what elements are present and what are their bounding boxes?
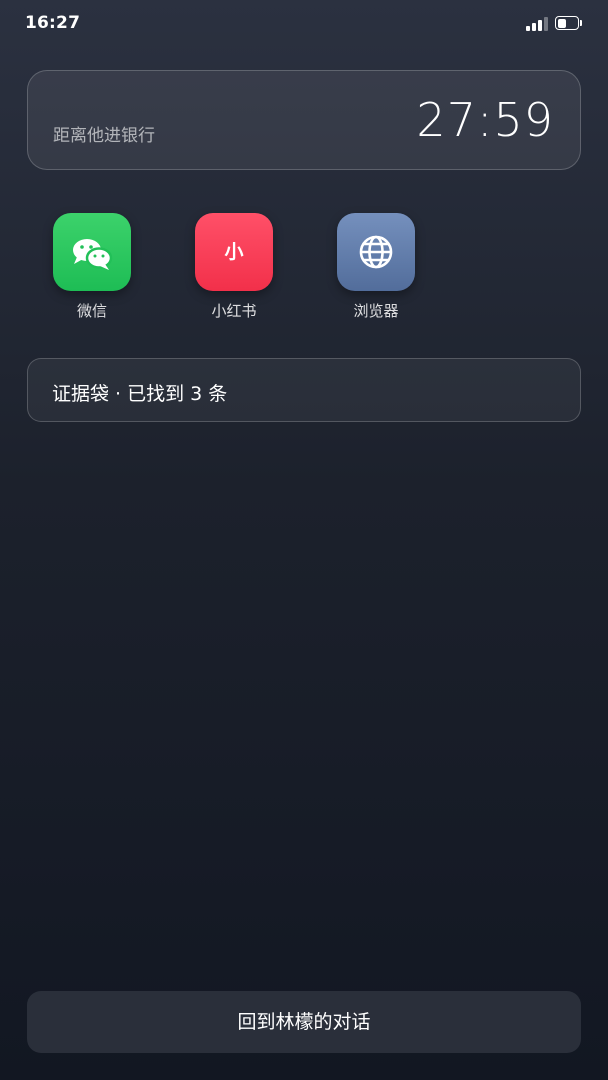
status-bar: 16:27 [0,0,608,48]
app-browser[interactable]: 浏览器 [336,213,416,321]
countdown-card: 距离他进银行 27:59 [27,70,581,170]
return-to-conversation-button[interactable]: 回到林檬的对话 [27,991,581,1053]
battery-icon [555,16,583,32]
countdown-label: 距离他进银行 [53,126,155,146]
wechat-icon[interactable] [53,213,131,291]
app-wechat[interactable]: 微信 [52,213,132,321]
xiaohongshu-icon[interactable]: 小 [195,213,273,291]
globe-icon[interactable] [337,213,415,291]
app-label-xiaohongshu: 小红书 [211,302,257,320]
xiaohongshu-glyph: 小 [224,241,244,263]
signal-icon [526,17,548,31]
evidence-bag-bar[interactable]: 证据袋 · 已找到 3 条 [27,358,581,422]
app-label-wechat: 微信 [76,302,107,320]
countdown-timer: 27:59 [416,93,554,147]
app-label-browser: 浏览器 [353,302,399,320]
status-time: 16:27 [25,13,81,33]
evidence-bag-text: 证据袋 · 已找到 3 条 [52,383,228,405]
app-xiaohongshu[interactable]: 小 小红书 [194,213,274,321]
